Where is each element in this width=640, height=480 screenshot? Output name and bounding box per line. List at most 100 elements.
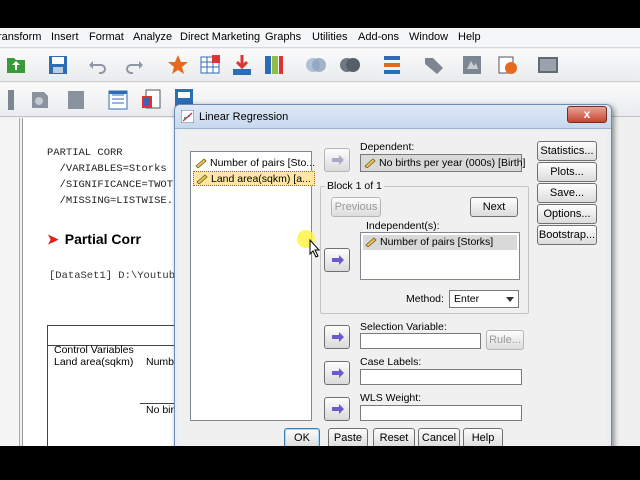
previous-button[interactable]: Previous [331, 197, 381, 217]
scale-variable-icon [364, 158, 376, 168]
show-all-icon[interactable] [496, 53, 520, 77]
block-caption: Block 1 of 1 [325, 180, 384, 192]
method-select[interactable]: Enter [449, 290, 519, 308]
menu-graphs[interactable]: Graphs [265, 31, 301, 43]
selection-variable-label: Selection Variable: [360, 321, 447, 333]
syntax-line: /VARIABLES=Storks [47, 163, 167, 175]
outline-pane[interactable] [0, 118, 20, 446]
move-to-case-labels-button[interactable] [324, 361, 350, 385]
wls-weight-label: WLS Weight: [360, 392, 422, 404]
menu-direct-marketing[interactable]: Direct Marketing [180, 31, 260, 43]
variable-item[interactable]: Land area(sqkm) [a... [193, 171, 315, 186]
table-row-label: Land area(sqkm) [54, 356, 134, 368]
menu-format[interactable]: Format [89, 31, 124, 43]
chevron-down-icon [506, 297, 514, 302]
syntax-line: /SIGNIFICANCE=TWOT [47, 179, 174, 191]
dependent-value: No births per year (000s) [Birth] [379, 157, 526, 169]
scale-variable-icon [196, 174, 208, 184]
sort-icon[interactable] [230, 53, 254, 77]
move-to-wls-weight-button[interactable] [324, 397, 350, 421]
undo-icon[interactable] [86, 53, 110, 77]
wls-weight-field[interactable] [360, 405, 522, 421]
method-value: Enter [454, 293, 480, 305]
right-arrow-icon [332, 332, 344, 342]
move-to-dependent-button[interactable] [324, 148, 350, 172]
toolbar-grip-icon [0, 88, 14, 112]
independents-label: Independent(s): [366, 220, 440, 232]
dependent-variable: No births per year (000s) [Birth] [362, 156, 528, 171]
options-button[interactable]: Options... [537, 204, 597, 224]
close-button[interactable]: x [567, 106, 607, 123]
correlations-table[interactable]: Control Variables Land area(sqkm) Numbe … [47, 325, 182, 446]
table-sub-label: No birt [146, 404, 177, 416]
export-icon[interactable] [64, 88, 88, 112]
output-heading[interactable]: ➤ Partial Corr [47, 231, 141, 248]
independent-item-label: Number of pairs [Storks] [380, 236, 494, 248]
letterbox-bar [0, 446, 640, 480]
menu-add-ons[interactable]: Add-ons [358, 31, 399, 43]
move-to-independents-button[interactable] [324, 248, 350, 272]
selection-variable-field[interactable] [360, 333, 481, 349]
menu-analyze[interactable]: Analyze [133, 31, 172, 43]
script-icon[interactable] [536, 53, 560, 77]
output-contents-pane[interactable]: PARTIAL CORR /VARIABLES=Storks /SIGNIFIC… [22, 118, 182, 446]
bootstrap-button[interactable]: Bootstrap... [537, 225, 597, 245]
outline-icon[interactable] [106, 88, 130, 112]
use-sets-icon[interactable] [460, 53, 484, 77]
split-file-icon[interactable] [262, 53, 286, 77]
right-arrow-icon [332, 404, 344, 414]
table-control-variables: Control Variables [54, 344, 134, 356]
save-icon[interactable] [46, 53, 70, 77]
print-preview-icon[interactable] [28, 88, 52, 112]
rule-button[interactable]: Rule... [486, 330, 524, 350]
mouse-pointer-icon [297, 230, 321, 258]
case-labels-label: Case Labels: [360, 356, 422, 368]
redo-icon[interactable] [122, 53, 146, 77]
paste-button[interactable]: Paste [328, 428, 368, 448]
scale-variable-icon [365, 237, 377, 247]
insert-cases-icon[interactable] [198, 53, 222, 77]
menu-insert[interactable]: Insert [51, 31, 79, 43]
main-toolbar [0, 49, 640, 82]
menu-window[interactable]: Window [409, 31, 448, 43]
next-button[interactable]: Next [470, 197, 518, 217]
case-labels-field[interactable] [360, 369, 522, 385]
weight-icon[interactable] [338, 53, 362, 77]
dependent-label: Dependent: [360, 141, 415, 153]
save-button[interactable]: Save... [537, 183, 597, 203]
plots-button[interactable]: Plots... [537, 162, 597, 182]
dataset-note: [DataSet1] D:\Youtub [49, 270, 176, 282]
move-to-selection-button[interactable] [324, 325, 350, 349]
independents-list[interactable]: Number of pairs [Storks] [360, 232, 520, 280]
menu-transform[interactable]: ransform [0, 31, 41, 43]
value-labels-icon[interactable] [422, 53, 446, 77]
menu-utilities[interactable]: Utilities [312, 31, 347, 43]
statistics-button[interactable]: Statistics... [537, 141, 597, 161]
linear-regression-dialog: Linear Regression x Number of pairs [Sto… [174, 104, 612, 449]
menu-bar: ransform Insert Format Analyze Direct Ma… [0, 28, 640, 48]
syntax-line: /MISSING=LISTWISE. [47, 195, 174, 207]
scale-variable-icon [195, 158, 207, 168]
variable-item[interactable]: Number of pairs [Sto... [193, 156, 318, 171]
variable-item-label: Number of pairs [Sto... [210, 157, 316, 169]
select-cases-icon[interactable] [380, 53, 404, 77]
help-button[interactable]: Help [463, 428, 503, 448]
reset-button[interactable]: Reset [373, 428, 415, 448]
cancel-button[interactable]: Cancel [418, 428, 460, 448]
dialog-body: Number of pairs [Sto... Land area(sqkm) … [179, 130, 607, 448]
method-label: Method: [406, 293, 444, 305]
open-icon[interactable] [4, 53, 28, 77]
right-arrow-icon [332, 155, 344, 165]
output-heading-text: Partial Corr [64, 231, 141, 247]
ok-button[interactable]: OK [284, 428, 320, 448]
dependent-field[interactable]: No births per year (000s) [Birth] [360, 154, 525, 172]
menu-help[interactable]: Help [458, 31, 481, 43]
dialog-title: Linear Regression [199, 111, 289, 123]
right-arrow-icon [332, 255, 344, 265]
variable-sets-icon[interactable] [304, 53, 328, 77]
independent-item[interactable]: Number of pairs [Storks] [363, 235, 517, 250]
dialog-titlebar[interactable]: Linear Regression x [175, 105, 611, 129]
goto-case-icon[interactable] [166, 53, 190, 77]
variable-list[interactable]: Number of pairs [Sto... Land area(sqkm) … [190, 151, 315, 421]
insert-output-icon[interactable] [140, 88, 164, 112]
